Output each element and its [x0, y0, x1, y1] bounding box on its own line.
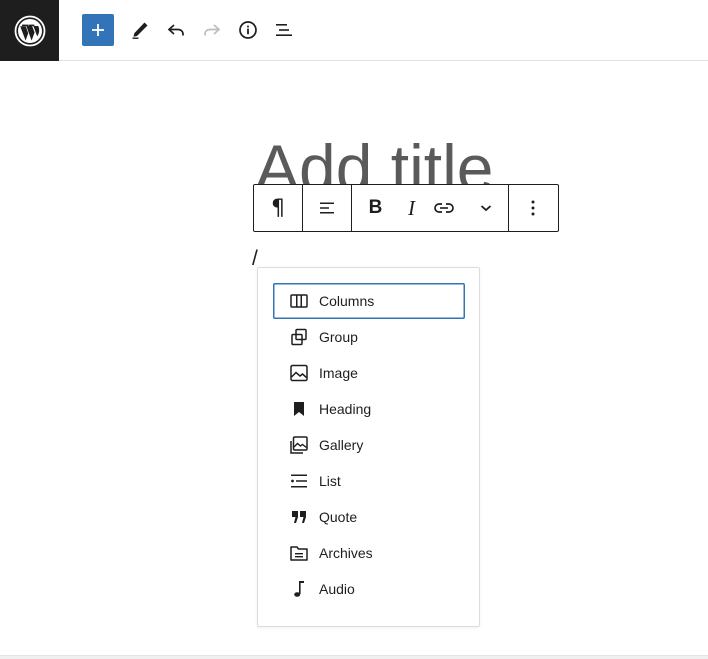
menu-item-image[interactable]: Image [273, 355, 465, 391]
menu-item-label: Audio [319, 581, 355, 597]
italic-label: I [408, 195, 415, 220]
menu-item-archives[interactable]: Archives [273, 535, 465, 571]
link-icon [434, 203, 454, 213]
redo-icon [204, 24, 221, 36]
redo-button[interactable] [196, 14, 228, 46]
gallery-icon [289, 435, 309, 455]
wordpress-logo-icon [14, 15, 45, 46]
link-button[interactable] [424, 185, 464, 231]
menu-item-gallery[interactable]: Gallery [273, 427, 465, 463]
paragraph-icon: ¶ [271, 195, 285, 221]
bold-button[interactable]: B [352, 185, 399, 231]
columns-icon [289, 291, 309, 311]
menu-item-group[interactable]: Group [273, 319, 465, 355]
menu-item-audio[interactable]: Audio [273, 571, 465, 607]
bold-label: B [368, 197, 383, 218]
menu-item-label: Columns [319, 293, 375, 309]
editor-header [0, 0, 708, 61]
slash-inserter-popover: Columns Group Image Heading Gallery List… [257, 267, 480, 627]
block-suggestions-list: Columns Group Image Heading Gallery List… [273, 283, 465, 607]
undo-button[interactable] [160, 14, 192, 46]
details-button[interactable] [232, 14, 264, 46]
post-title[interactable]: Add title [253, 120, 553, 184]
pencil-icon [132, 22, 148, 39]
italic-button[interactable]: I [399, 185, 424, 231]
block-toolbar: ¶ B I [253, 184, 559, 232]
menu-item-list[interactable]: List [273, 463, 465, 499]
menu-item-label: Image [319, 365, 358, 381]
tools-button[interactable] [124, 14, 156, 46]
post-title-placeholder: Add title [255, 131, 494, 184]
alignment-group [303, 185, 352, 231]
block-options-button[interactable] [509, 185, 557, 231]
quote-icon [289, 507, 309, 527]
more-vertical-icon [531, 200, 535, 216]
format-group: B I [352, 185, 509, 231]
info-icon [239, 21, 257, 39]
wordpress-logo-button[interactable] [0, 0, 59, 61]
block-type-group: ¶ [254, 185, 303, 231]
menu-item-label: Quote [319, 509, 358, 525]
more-formats-button[interactable] [464, 185, 508, 231]
archives-icon [289, 543, 309, 563]
add-block-button[interactable] [82, 14, 114, 46]
list-view-button[interactable] [268, 14, 300, 46]
menu-item-heading[interactable]: Heading [273, 391, 465, 427]
paragraph-block-switcher[interactable]: ¶ [254, 185, 302, 231]
footer-divider [0, 655, 708, 659]
menu-item-label: Heading [319, 401, 372, 417]
options-group [509, 185, 557, 231]
menu-item-label: Gallery [319, 437, 364, 453]
menu-item-quote[interactable]: Quote [273, 499, 465, 535]
audio-icon [289, 579, 309, 599]
group-icon [289, 327, 309, 347]
image-icon [289, 363, 309, 383]
menu-item-label: Group [319, 329, 358, 345]
menu-item-label: Archives [319, 545, 373, 561]
list-icon [289, 471, 309, 491]
menu-item-columns[interactable]: Columns [273, 283, 465, 319]
align-left-icon [320, 202, 334, 214]
menu-item-label: List [319, 473, 341, 489]
list-view-icon [276, 24, 292, 36]
plus-icon [92, 24, 104, 36]
heading-icon [289, 399, 309, 419]
chevron-down-icon [480, 205, 492, 212]
undo-icon [167, 24, 184, 36]
align-button[interactable] [303, 185, 351, 231]
